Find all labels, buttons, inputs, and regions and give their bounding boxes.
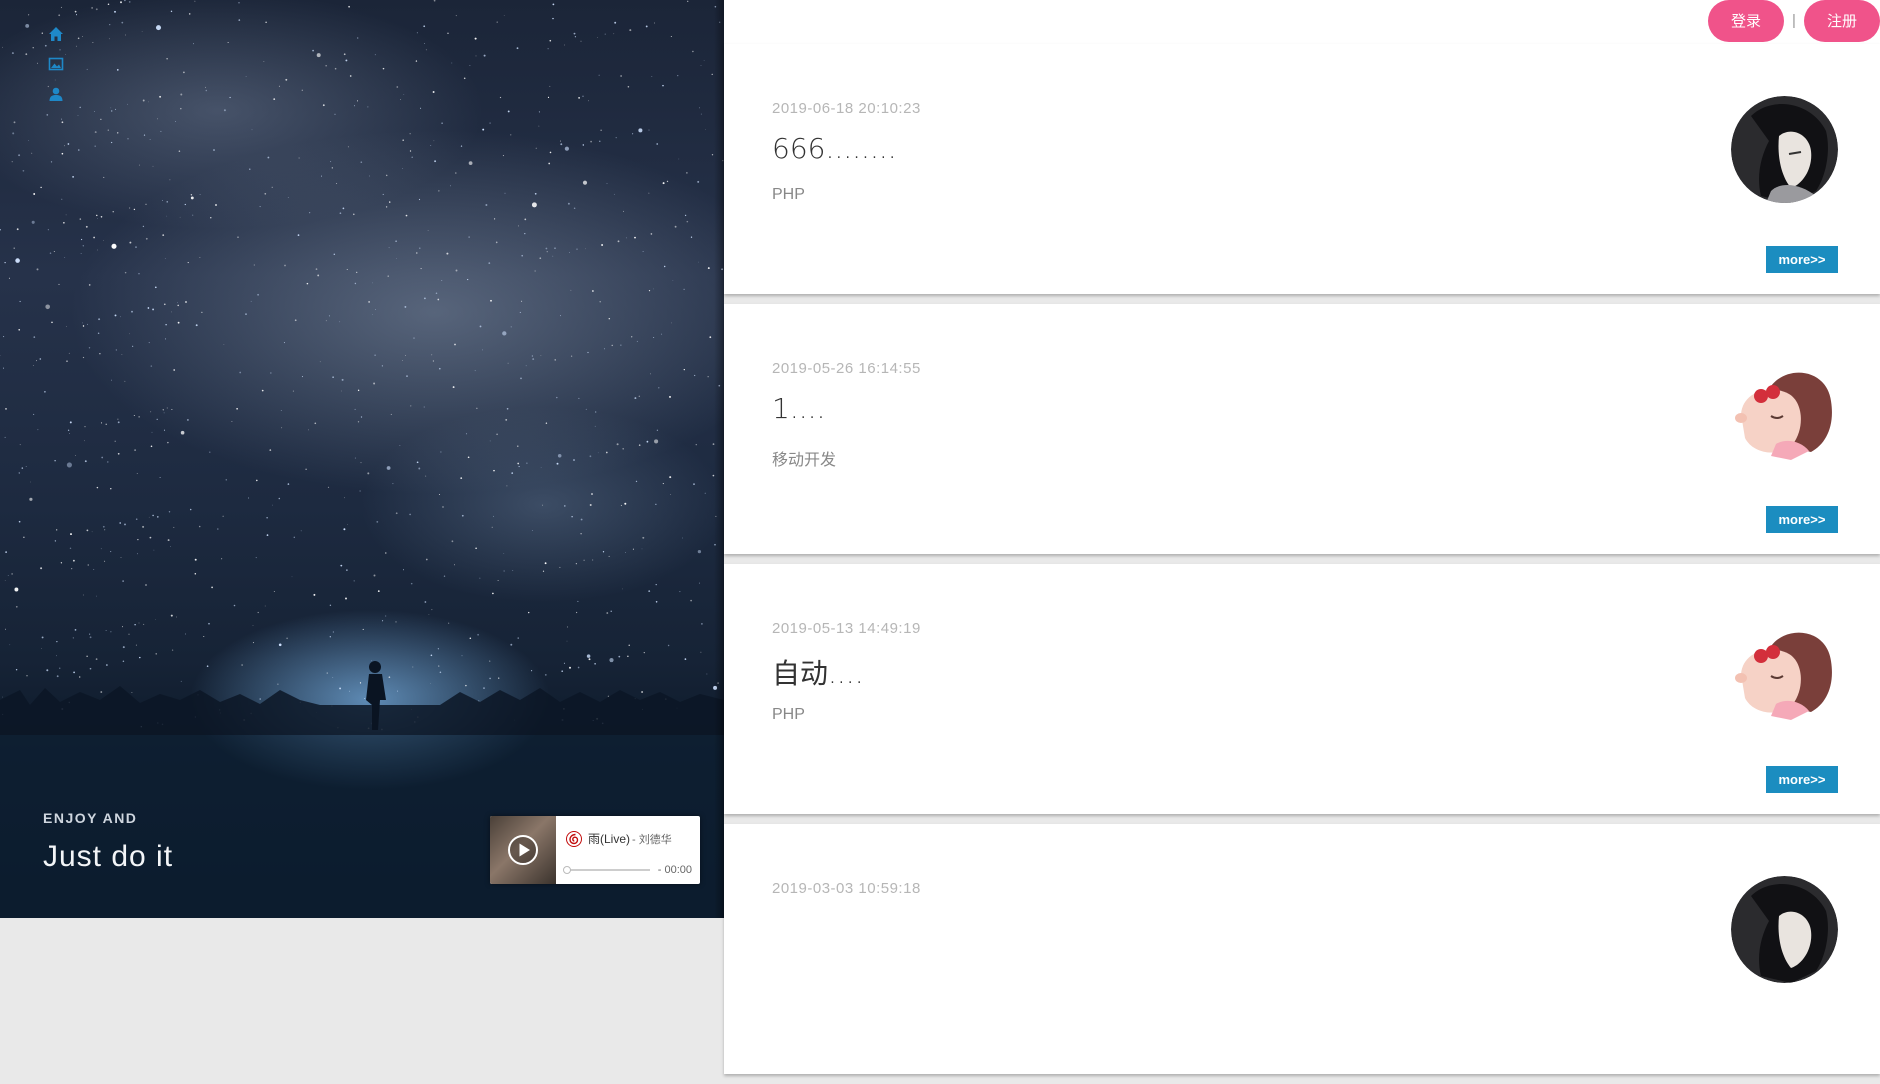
post-card: 2019-05-13 14:49:19 自动.... PHP more>> bbox=[724, 564, 1880, 814]
user-icon[interactable] bbox=[48, 86, 64, 102]
time-display: - 00:00 bbox=[658, 864, 692, 876]
post-date: 2019-06-18 20:10:23 bbox=[772, 100, 921, 117]
panel-shadow bbox=[714, 0, 724, 918]
starry-sky-background bbox=[0, 0, 724, 918]
player-info: 雨(Live) - 刘德华 - 00:00 bbox=[556, 816, 700, 884]
progress-row: - 00:00 bbox=[566, 864, 692, 876]
play-icon[interactable] bbox=[507, 834, 539, 866]
post-category[interactable]: PHP bbox=[772, 186, 805, 204]
post-category[interactable]: 移动开发 bbox=[772, 446, 836, 470]
hero-panel: ENJOY AND Just do it 雨(Live) - 刘德华 bbox=[0, 0, 724, 918]
post-card: 2019-06-18 20:10:23 666........ PHP more… bbox=[724, 44, 1880, 294]
home-icon[interactable] bbox=[48, 26, 64, 42]
hero-eyebrow: ENJOY AND bbox=[43, 810, 173, 826]
progress-knob[interactable] bbox=[563, 866, 571, 874]
progress-bar[interactable] bbox=[566, 869, 650, 871]
post-title[interactable]: 自动.... bbox=[772, 652, 864, 692]
post-category[interactable]: PHP bbox=[772, 706, 805, 724]
post-title[interactable]: 666........ bbox=[772, 132, 897, 165]
music-player: 雨(Live) - 刘德华 - 00:00 bbox=[490, 816, 700, 884]
netease-music-icon bbox=[566, 831, 582, 847]
login-button[interactable]: 登录 bbox=[1708, 0, 1784, 42]
track-artist: - 刘德华 bbox=[632, 831, 672, 847]
hero-tagline: Just do it bbox=[43, 840, 173, 874]
post-card: 2019-03-03 10:59:18 bbox=[724, 824, 1880, 1074]
author-avatar bbox=[1731, 616, 1838, 723]
post-date: 2019-03-03 10:59:18 bbox=[772, 880, 921, 897]
author-avatar bbox=[1731, 96, 1838, 203]
register-button[interactable]: 注册 bbox=[1804, 0, 1880, 42]
more-button[interactable]: more>> bbox=[1766, 246, 1838, 273]
track-line: 雨(Live) - 刘德华 bbox=[566, 830, 692, 847]
image-icon[interactable] bbox=[48, 56, 64, 72]
author-avatar bbox=[1731, 876, 1838, 983]
hero-caption: ENJOY AND Just do it bbox=[43, 810, 173, 874]
top-bar: 登录 | 注册 bbox=[724, 0, 1880, 44]
author-avatar bbox=[1731, 356, 1838, 463]
more-button[interactable]: more>> bbox=[1766, 766, 1838, 793]
post-date: 2019-05-26 16:14:55 bbox=[772, 360, 921, 377]
post-feed: 2019-06-18 20:10:23 666........ PHP more… bbox=[724, 44, 1880, 1084]
more-button[interactable]: more>> bbox=[1766, 506, 1838, 533]
post-date: 2019-05-13 14:49:19 bbox=[772, 620, 921, 637]
post-title[interactable]: 1.... bbox=[772, 392, 825, 425]
side-nav bbox=[48, 26, 68, 116]
topbar-separator: | bbox=[1792, 12, 1796, 29]
post-card: 2019-05-26 16:14:55 1.... 移动开发 more>> bbox=[724, 304, 1880, 554]
track-title: 雨(Live) bbox=[588, 830, 630, 847]
album-cover[interactable] bbox=[490, 816, 556, 884]
